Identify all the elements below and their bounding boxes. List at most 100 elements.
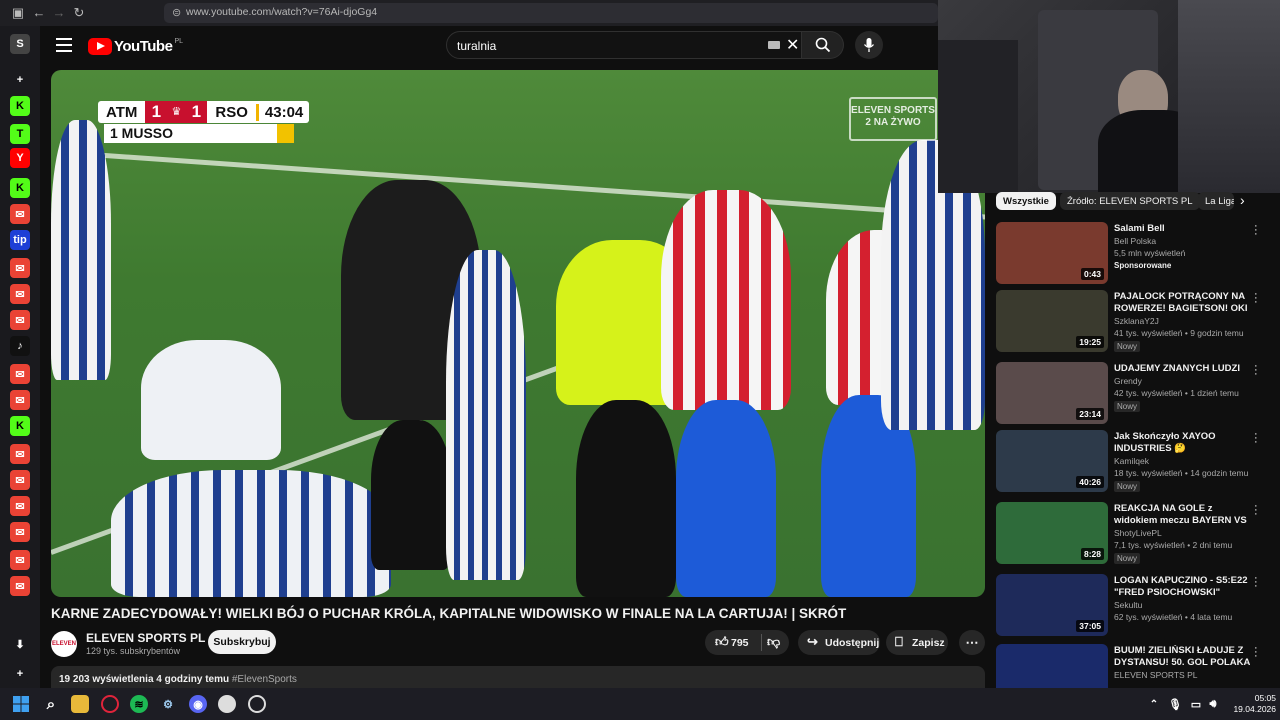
chevron-right-icon[interactable]: › [1240,192,1245,208]
video-thumbnail[interactable]: 23:14 [996,362,1108,424]
recommendation-title[interactable]: Salami Bell [1114,223,1250,235]
steam-icon[interactable]: ⚙ [159,695,177,713]
like-icon[interactable]: 👍︎ [715,634,729,650]
recommendation-meta: 18 tys. wyświetleń • 14 godzin temu [1114,468,1249,478]
more-options-icon[interactable]: · · · [1254,289,1258,308]
sidebar-item-3[interactable]: T [10,124,30,144]
chip-source[interactable]: Źródło: ELEVEN SPORTS PL [1060,192,1200,210]
sidebar-item-19[interactable]: ✉ [10,550,30,570]
keyboard-icon[interactable] [768,41,780,49]
dislike-icon[interactable]: 👎︎ [767,634,780,650]
hamburger-menu-icon[interactable] [56,38,72,52]
recommendation-item[interactable]: 19:25 PAJALOCK POTRĄCONY NA ROWERZE! BAGI… [996,289,1266,354]
channel-avatar[interactable]: ELEVEN [51,631,77,657]
share-button[interactable]: ↪ Udostępnij [798,630,880,655]
sidebar-item-9[interactable]: ✉ [10,284,30,304]
recommendation-item[interactable]: 37:05 LOGAN KAPUCZINO - S5:E22 "FRED PSIO… [996,573,1266,638]
recommendation-title[interactable]: BUUM! ZIELIŃSKI ŁADUJE Z DYSTANSU! 50. G… [1114,645,1250,669]
sidebar-item-11[interactable]: ♪ [10,336,30,356]
recommendation-channel[interactable]: Sekultu [1114,600,1142,610]
sidebar-item-7[interactable]: tip [10,230,30,250]
microphone-icon[interactable]: 🎙︎ [1166,695,1184,713]
sidebar-item-5[interactable]: K [10,178,30,198]
recommendation-channel[interactable]: SzklanaY2J [1114,316,1159,326]
discord-icon[interactable]: ◉ [189,695,207,713]
recommendation-channel[interactable]: ELEVEN SPORTS PL [1114,670,1197,680]
volume-icon[interactable]: 🔊︎ [1204,695,1222,713]
recommendation-channel[interactable]: Bell Polska [1114,236,1156,246]
back-icon[interactable]: ← [31,5,47,21]
more-options-icon[interactable]: · · · [1254,361,1258,380]
sidebar-item-2[interactable]: K [10,96,30,116]
voice-search-button[interactable] [855,31,883,59]
tray-chevron-icon[interactable]: ⌃ [1145,695,1163,713]
recommendation-item[interactable]: 8:28 REAKCJA NA GOLE z widokiem meczu BAY… [996,501,1266,566]
sidebar-item-17[interactable]: ✉ [10,496,30,516]
sidebar-item-20[interactable]: ✉ [10,576,30,596]
sidebar-item-14[interactable]: K [10,416,30,436]
recommendation-item[interactable]: 23:14 UDAJEMY ZNANYCH LUDZI Grendy 42 tys. … [996,361,1266,426]
youtube-logo[interactable]: YouTube PL [88,36,183,56]
recommendation-channel[interactable]: Kamilqek [1114,456,1149,466]
video-thumbnail[interactable]: 0:43 [996,222,1108,284]
more-options-icon[interactable]: · · · [1254,501,1258,520]
recommendation-item[interactable]: 0:43 Salami Bell Bell Polska 5,5 mln wyświe… [996,221,1266,286]
recommendation-channel[interactable]: ShotyLivePL [1114,528,1162,538]
more-options-icon[interactable]: · · · [1254,573,1258,592]
search-icon[interactable]: ⌕ [42,695,60,713]
subscribe-button[interactable]: Subskrybuj [208,630,276,654]
windows-start-icon[interactable] [12,695,30,713]
opera-icon[interactable] [101,695,119,713]
sidebar-item-10[interactable]: ✉ [10,310,30,330]
description-box[interactable]: 19 203 wyświetlenia 4 godziny temu #Elev… [51,666,985,688]
sidebar-item-15[interactable]: ✉ [10,444,30,464]
video-thumbnail[interactable]: 19:25 [996,290,1108,352]
sidebar-item-21[interactable]: ⬇ [10,634,30,654]
clear-search-icon[interactable]: ✕ [786,35,799,55]
search-button[interactable] [802,31,844,59]
sidebar-item-8[interactable]: ✉ [10,258,30,278]
file-explorer-icon[interactable] [71,695,89,713]
like-count[interactable]: 795 [731,637,749,649]
save-button[interactable]: ⎕ Zapisz [886,630,948,655]
recommendation-title[interactable]: Jak Skończyło XAYOO INDUSTRIES 🤔 [1114,431,1250,455]
video-thumbnail[interactable]: 8:28 [996,502,1108,564]
site-info-icon[interactable]: ⊜ [172,6,181,19]
sidebar-item-22[interactable]: + [10,664,30,684]
channel-name[interactable]: ELEVEN SPORTS PL ● [86,631,214,645]
recommendation-title[interactable]: PAJALOCK POTRĄCONY NA ROWERZE! BAGIETSON… [1114,291,1250,315]
spotify-icon[interactable]: ≋ [130,695,148,713]
video-thumbnail[interactable]: 40:26 [996,430,1108,492]
app-icon[interactable] [248,695,266,713]
chip-la-liga[interactable]: La Liga [1198,192,1234,210]
video-thumbnail[interactable]: 37:05 [996,574,1108,636]
more-options-icon[interactable]: · · · [1254,429,1258,448]
sidebar-item-4[interactable]: Y [10,148,30,168]
sidebar-item-18[interactable]: ✉ [10,522,30,542]
video-player[interactable]: ATM 1 ♛ 1 RSO 43:04 1 MUSSO ELEVEN SPORT… [51,70,985,597]
address-bar[interactable]: ⊜ www.youtube.com/watch?v=76Ai-djoGg4 [164,3,938,23]
network-icon[interactable]: ▭ [1187,695,1205,713]
forward-icon[interactable]: → [51,5,67,21]
recommendation-channel[interactable]: Grendy [1114,376,1142,386]
recommendation-title[interactable]: UDAJEMY ZNANYCH LUDZI [1114,363,1250,375]
more-options-icon[interactable]: · · · [1254,221,1258,240]
sidebar-item-1[interactable]: + [10,70,30,90]
more-actions-icon[interactable]: ⋯ [959,630,985,655]
recommendation-meta: 41 tys. wyświetleń • 9 godzin temu [1114,328,1244,338]
sidebar-item-6[interactable]: ✉ [10,204,30,224]
system-clock[interactable]: 05:05 19.04.2026 [1222,693,1276,715]
more-options-icon[interactable]: · · · [1254,643,1258,662]
recommendation-item[interactable]: 40:26 Jak Skończyło XAYOO INDUSTRIES 🤔 Kam… [996,429,1266,494]
sidebar-item-16[interactable]: ✉ [10,470,30,490]
sidebar-item-13[interactable]: ✉ [10,390,30,410]
chip-all[interactable]: Wszystkie [996,192,1056,210]
obs-icon[interactable] [218,695,236,713]
sidebar-toggle-icon[interactable]: ▣ [10,5,26,21]
search-input[interactable]: turalnia ✕ [446,31,802,59]
sidebar-item-0[interactable]: S [10,34,30,54]
recommendation-title[interactable]: LOGAN KAPUCZINO - S5:E22 "FRED PSIOCHOWS… [1114,575,1250,599]
reload-icon[interactable]: ↻ [71,5,87,21]
sidebar-item-12[interactable]: ✉ [10,364,30,384]
recommendation-title[interactable]: REAKCJA NA GOLE z widokiem meczu BAYERN … [1114,503,1250,527]
